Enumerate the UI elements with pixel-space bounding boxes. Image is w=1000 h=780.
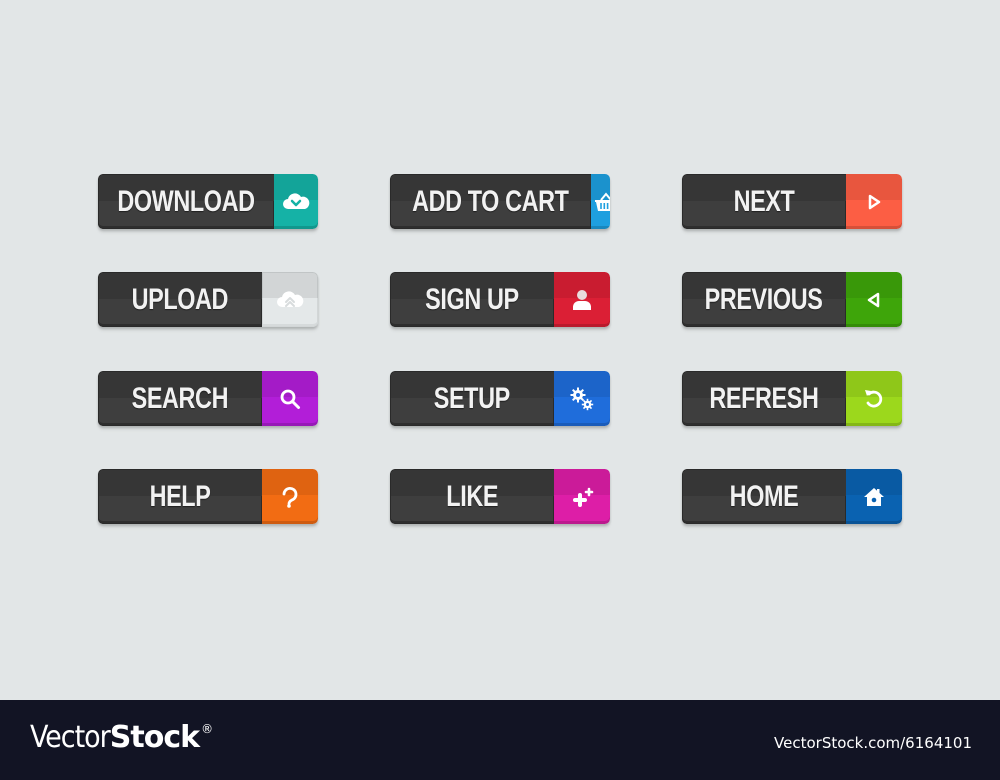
help-button-label: HELP — [149, 479, 211, 513]
next-icon-area — [846, 174, 902, 229]
search-button-label: SEARCH — [131, 381, 229, 415]
add-to-cart-button[interactable]: ADD TO CART — [390, 174, 610, 229]
cloud-download-icon — [282, 192, 310, 209]
refresh-button-label: REFRESH — [709, 381, 819, 415]
previous-button[interactable]: PREVIOUS — [682, 272, 902, 327]
download-button[interactable]: DOWNLOAD — [98, 174, 318, 229]
sign-up-icon-area — [554, 272, 610, 327]
next-button[interactable]: NEXT — [682, 174, 902, 229]
setup-button[interactable]: SETUP — [390, 371, 610, 426]
upload-icon-area — [262, 272, 318, 327]
footer-bar: VectorStock ® VectorStock.com/6164101 — [0, 700, 1000, 780]
vectorstock-logo[interactable]: VectorStock ® — [30, 720, 213, 755]
gears-icon — [570, 387, 594, 410]
image-reference: VectorStock.com/6164101 — [774, 734, 972, 752]
search-icon-area — [262, 371, 318, 426]
like-icon-area — [554, 469, 610, 524]
previous-button-label: PREVIOUS — [705, 282, 823, 316]
search-icon — [280, 389, 300, 409]
help-icon-area — [262, 469, 318, 524]
question-icon — [282, 486, 298, 508]
previous-icon-area — [846, 272, 902, 327]
add-to-cart-icon-area — [590, 174, 610, 229]
home-icon-area — [846, 469, 902, 524]
home-button[interactable]: HOME — [682, 469, 902, 524]
add-to-cart-button-label: ADD TO CART — [412, 184, 569, 218]
user-icon — [573, 289, 591, 310]
cloud-upload-icon — [277, 290, 304, 307]
home-button-label: HOME — [729, 479, 799, 513]
search-button[interactable]: SEARCH — [98, 371, 318, 426]
refresh-icon-area — [846, 371, 902, 426]
upload-button-label: UPLOAD — [131, 282, 229, 316]
download-button-label: DOWNLOAD — [117, 184, 255, 218]
sign-up-button-label: SIGN UP — [425, 282, 519, 316]
refresh-icon — [865, 389, 883, 407]
help-button[interactable]: HELP — [98, 469, 318, 524]
play-right-icon — [868, 194, 881, 209]
basket-icon — [594, 191, 610, 211]
download-icon-area — [273, 174, 318, 229]
setup-button-label: SETUP — [433, 381, 511, 415]
registered-mark: ® — [201, 722, 213, 736]
like-button-label: LIKE — [446, 479, 498, 513]
play-left-icon — [867, 292, 880, 307]
like-button[interactable]: LIKE — [390, 469, 610, 524]
next-button-label: NEXT — [733, 184, 795, 218]
button-showcase: DOWNLOAD ADD TO CART NEXT UPLOAD SIGN UP… — [0, 0, 1000, 700]
sign-up-button[interactable]: SIGN UP — [390, 272, 610, 327]
home-icon — [864, 487, 884, 506]
upload-button[interactable]: UPLOAD — [98, 272, 318, 327]
refresh-button[interactable]: REFRESH — [682, 371, 902, 426]
setup-icon-area — [554, 371, 610, 426]
plus-one-icon — [573, 487, 594, 507]
